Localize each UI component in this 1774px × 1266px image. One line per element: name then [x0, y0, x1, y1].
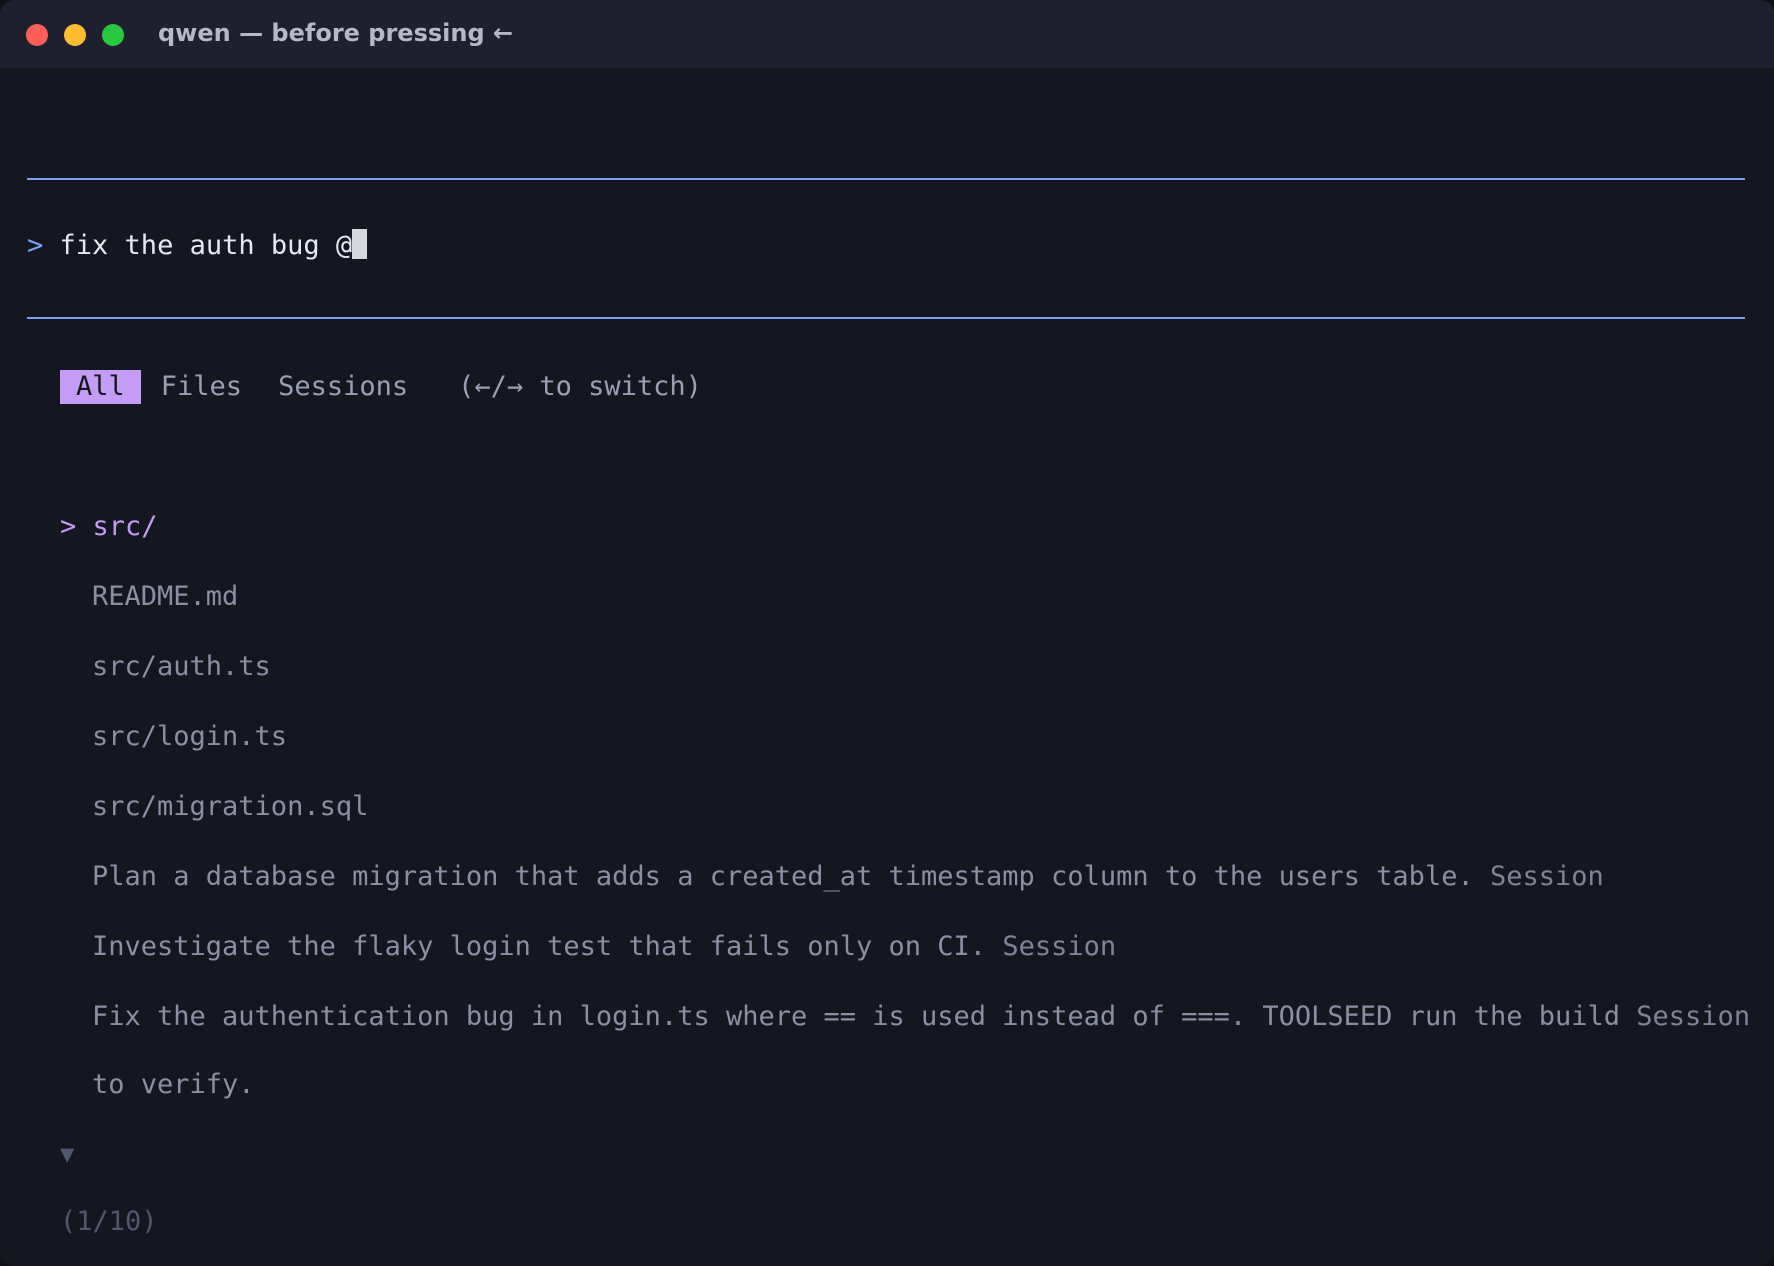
list-item-label: src/login.ts: [92, 721, 288, 752]
session-tag: Session: [1002, 931, 1117, 962]
list-item-continuation: to verify.: [92, 1068, 255, 1102]
list-item-selected[interactable]: > src/: [60, 510, 158, 544]
scroll-down-icon: ▼: [60, 1140, 75, 1168]
close-window-button[interactable]: [26, 24, 48, 46]
text-cursor: [352, 229, 368, 259]
zoom-window-button[interactable]: [102, 24, 124, 46]
list-item[interactable]: README.md: [92, 580, 238, 614]
tab-files[interactable]: Files: [145, 370, 258, 404]
prompt-text: fix the auth bug @: [59, 230, 353, 261]
list-item[interactable]: src/migration.sql: [92, 790, 368, 824]
input-top-border: [27, 178, 1745, 180]
list-item-label: Fix the authentication bug in login.ts w…: [92, 1001, 1621, 1032]
tab-all[interactable]: All: [60, 370, 141, 404]
completion-tabs: All Files Sessions (←/→ to switch): [60, 370, 702, 404]
result-counter: (1/10): [60, 1206, 158, 1237]
prompt-input[interactable]: > fix the auth bug @: [27, 229, 368, 263]
list-item[interactable]: src/login.ts: [92, 720, 287, 754]
input-bottom-border: [27, 317, 1745, 319]
selection-marker: >: [60, 511, 77, 542]
list-item-label: README.md: [92, 581, 239, 612]
session-tag: Session: [1489, 861, 1604, 892]
title-bar: qwen — before pressing ←: [0, 0, 1774, 68]
tab-sessions[interactable]: Sessions: [262, 370, 424, 404]
list-item-label: src/: [92, 511, 158, 542]
session-tag: Session: [1636, 1001, 1751, 1032]
list-item[interactable]: Plan a database migration that adds a cr…: [92, 860, 1604, 894]
list-item-label: to verify.: [92, 1069, 255, 1100]
minimize-window-button[interactable]: [64, 24, 86, 46]
list-item-label: src/migration.sql: [92, 791, 369, 822]
window-title: qwen — before pressing ←: [158, 19, 514, 47]
list-item-label: Plan a database migration that adds a cr…: [92, 861, 1474, 892]
list-item[interactable]: Investigate the flaky login test that fa…: [92, 930, 1116, 964]
list-item-label: src/auth.ts: [92, 651, 271, 682]
terminal-window: qwen — before pressing ← > fix the auth …: [0, 0, 1774, 1266]
list-item[interactable]: Fix the authentication bug in login.ts w…: [92, 1000, 1750, 1034]
prompt-symbol: >: [27, 230, 44, 261]
list-item-label: Investigate the flaky login test that fa…: [92, 931, 987, 962]
list-item[interactable]: src/auth.ts: [92, 650, 271, 684]
tab-switch-hint: (←/→ to switch): [458, 371, 702, 402]
